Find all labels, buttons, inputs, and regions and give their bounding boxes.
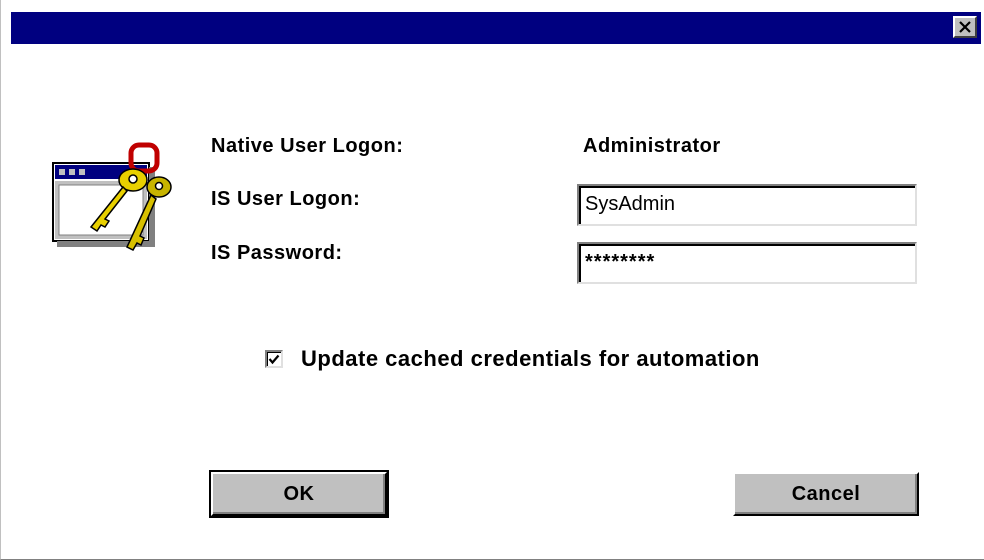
ok-button[interactable]: OK	[209, 470, 389, 518]
update-cached-checkbox[interactable]	[265, 350, 283, 368]
update-cached-checkbox-row[interactable]: Update cached credentials for automation	[265, 346, 760, 372]
title-bar[interactable]	[11, 12, 981, 44]
keys-window-icon	[52, 142, 172, 251]
native-logon-label: Native User Logon:	[211, 135, 404, 157]
logon-dialog: Native User Logon: Administrator IS User…	[0, 0, 984, 560]
cancel-button[interactable]: Cancel	[733, 472, 919, 516]
is-logon-label: IS User Logon:	[211, 188, 361, 210]
checkmark-icon	[268, 354, 280, 365]
native-logon-value: Administrator	[583, 135, 721, 157]
is-logon-field[interactable]: SysAdmin	[577, 184, 917, 226]
update-cached-label: Update cached credentials for automation	[301, 346, 760, 371]
is-password-field[interactable]: ********	[577, 242, 917, 284]
close-icon	[959, 21, 971, 33]
close-button[interactable]	[953, 16, 977, 38]
is-password-label: IS Password:	[211, 242, 343, 264]
